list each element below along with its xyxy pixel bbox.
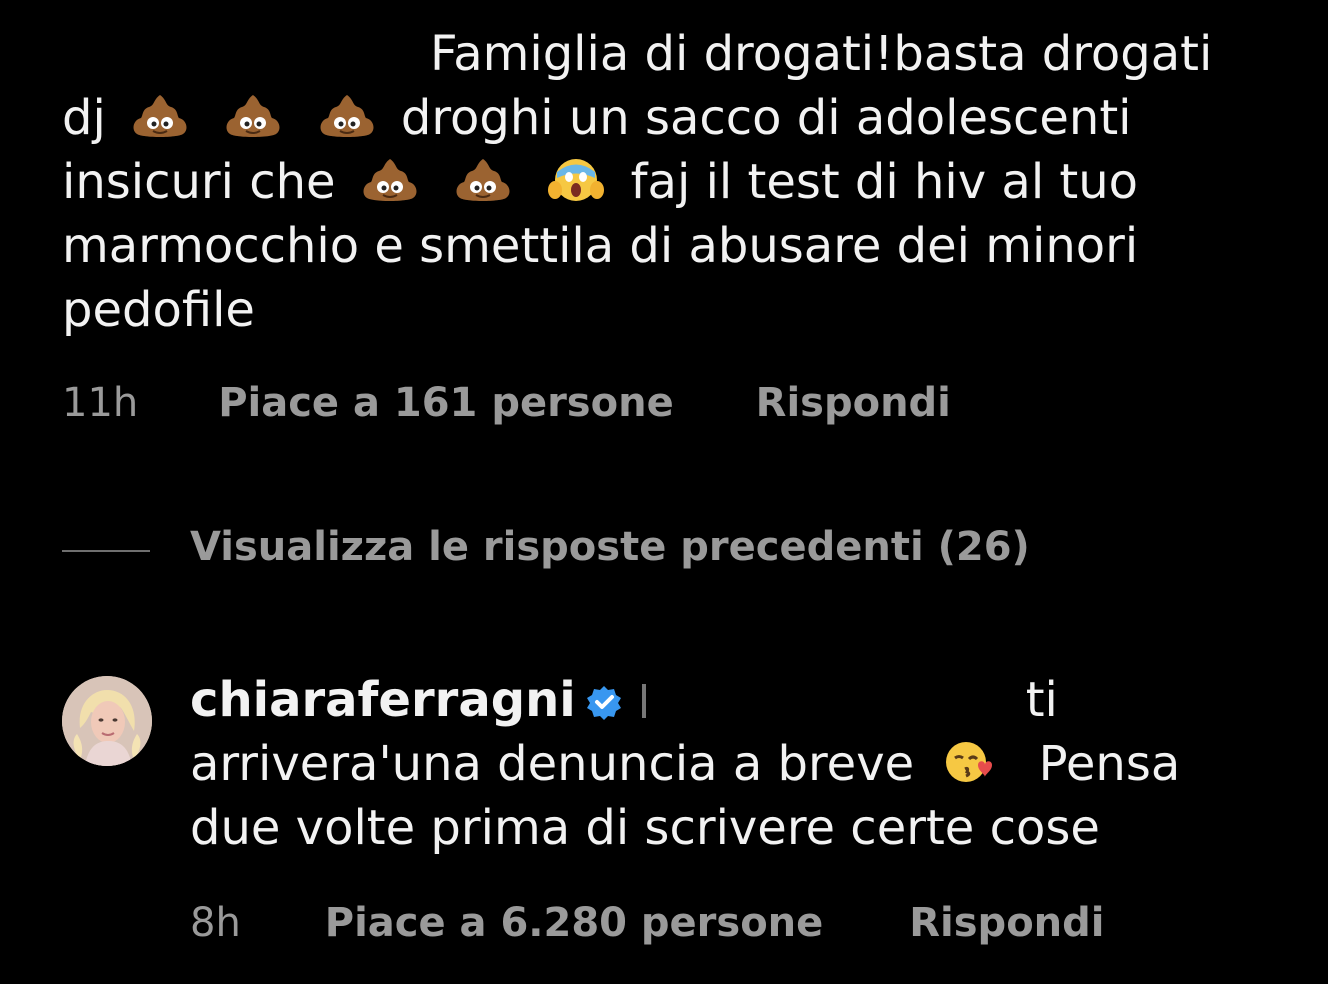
- comment-line-5: pedofile: [62, 282, 255, 338]
- comment-line-3: insicuri che faj il test di hiv al tuo: [62, 154, 1139, 210]
- reply-reply-button[interactable]: Rispondi: [909, 900, 1104, 946]
- reply-line-3: due volte prima di scrivere certe cose: [190, 800, 1100, 856]
- reply-likes-link[interactable]: Piace a 6.280 persone: [325, 900, 824, 946]
- reply-timestamp: 8h: [190, 900, 241, 946]
- reply-line-1: chiaraferragni ti: [190, 668, 1300, 732]
- reply-line-1-suffix: ti: [1025, 672, 1058, 728]
- comment-reply-button[interactable]: Rispondi: [756, 380, 951, 426]
- reply-username-link[interactable]: chiaraferragni: [190, 672, 576, 728]
- comment-line-2: dj droghi un sacco di adolescenti: [62, 90, 1132, 146]
- poop-emoji-icon: [226, 95, 280, 137]
- avatar-image: [62, 676, 152, 766]
- original-comment-meta: 11h Piace a 161 persone Rispondi: [62, 380, 951, 426]
- replies-divider-line: [62, 550, 150, 552]
- reply-meta: 8h Piace a 6.280 persone Rispondi: [190, 900, 1105, 946]
- poop-emoji-icon: [363, 159, 417, 201]
- reply-body: chiaraferragni ti arrivera'una denuncia …: [190, 668, 1300, 860]
- verified-badge-icon: [586, 686, 621, 720]
- view-previous-replies-label[interactable]: Visualizza le risposte precedenti (26): [190, 524, 1030, 570]
- poop-emoji-icon: [133, 95, 187, 137]
- comment-likes-link[interactable]: Piace a 161 persone: [218, 380, 674, 426]
- comment-line-1: Famiglia di drogati!basta drogati: [430, 26, 1213, 82]
- redacted-mention-box: [645, 678, 1026, 724]
- poop-emoji-icon: [456, 159, 510, 201]
- original-comment: Famiglia di drogati!basta drogati dj dro…: [62, 22, 1302, 342]
- comment-line-4: marmocchio e smettila di abusare dei min…: [62, 218, 1139, 274]
- reply-line-2: arrivera'una denuncia a breve Pensa: [190, 736, 1181, 792]
- poop-emoji-icon: [320, 95, 374, 137]
- kissing-face-emoji-icon: [946, 742, 993, 782]
- screaming-face-emoji-icon: [548, 159, 605, 201]
- avatar[interactable]: [62, 676, 152, 766]
- comment-timestamp: 11h: [62, 380, 139, 426]
